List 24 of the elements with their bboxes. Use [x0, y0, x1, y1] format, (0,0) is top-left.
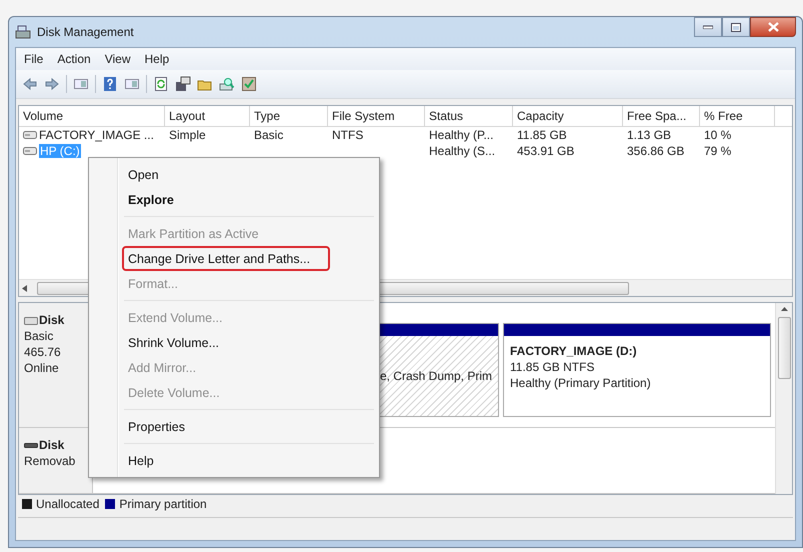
table-cell: 11.85 GB	[517, 128, 567, 142]
legend-label: Unallocated	[36, 497, 100, 511]
table-cell: 453.91 GB	[517, 144, 574, 158]
disk-name: Disk	[39, 438, 64, 452]
table-cell: Simple	[169, 128, 206, 142]
table-cell: 79 %	[704, 144, 732, 158]
table-cell: NTFS	[332, 128, 364, 142]
partition-info: e, Crash Dump, Prim	[380, 369, 492, 383]
disk-info: Basic	[24, 329, 54, 343]
partition-info: 11.85 GB NTFS	[510, 360, 596, 374]
partition-info: Healthy (Primary Partition)	[510, 376, 652, 390]
disk-info: 465.76	[24, 345, 62, 359]
table-cell: 1.13 GB	[627, 128, 672, 142]
disk-info: Online	[24, 361, 60, 375]
legend-label: Primary partition	[119, 497, 207, 511]
table-cell: 10 %	[704, 128, 732, 142]
table-cell: Basic	[254, 128, 284, 142]
table-cell: Healthy (P...	[429, 128, 494, 142]
partition-title: FACTORY_IMAGE (D:)	[510, 344, 638, 358]
table-cell: 356.86 GB	[627, 144, 684, 158]
disk-name: Disk	[39, 313, 64, 327]
window-title: Disk Management	[37, 25, 134, 39]
table-cell: Healthy (S...	[429, 144, 496, 158]
disk-info: Removab	[24, 454, 76, 468]
